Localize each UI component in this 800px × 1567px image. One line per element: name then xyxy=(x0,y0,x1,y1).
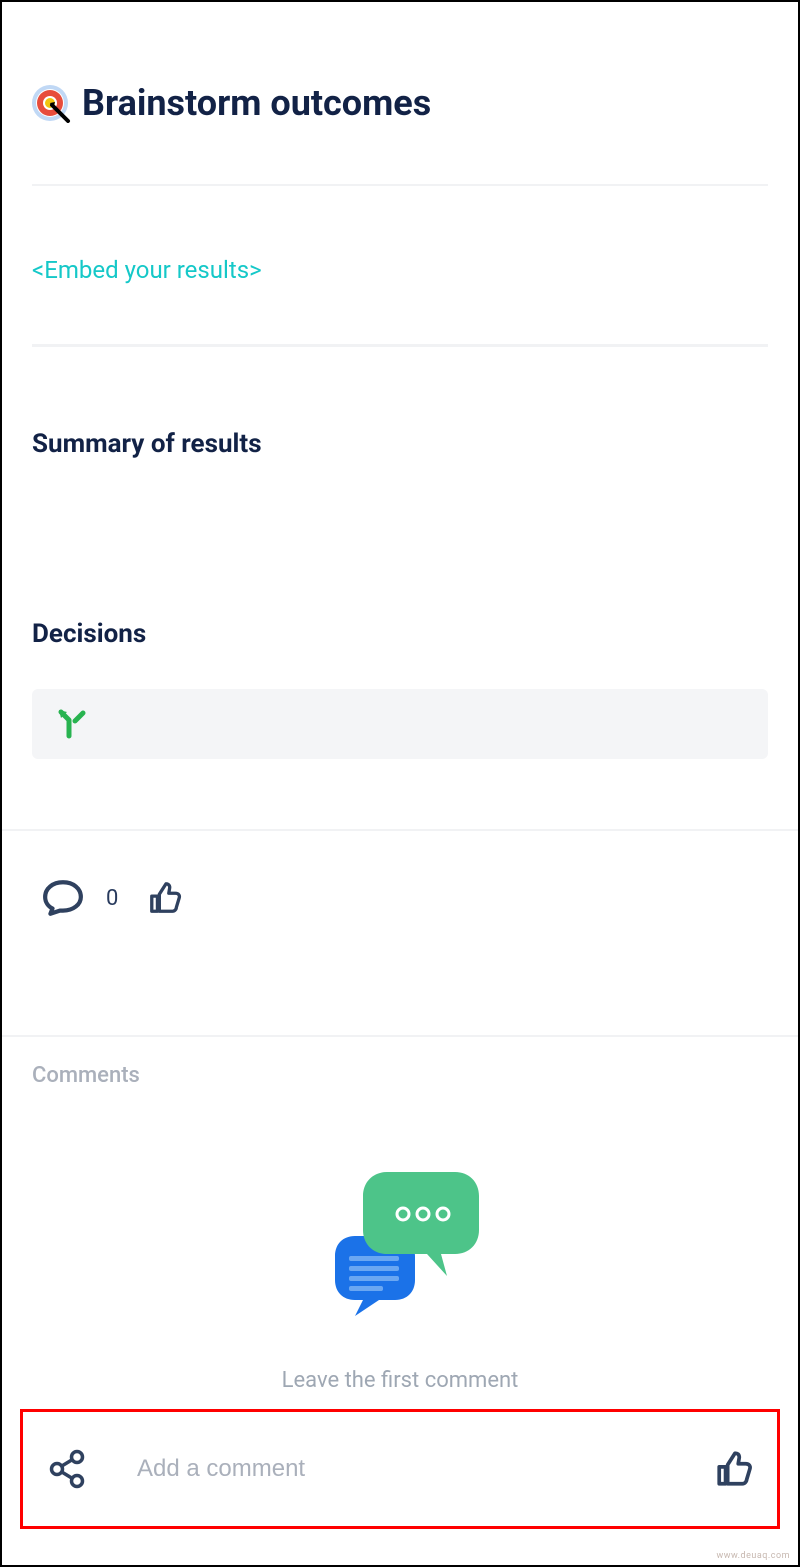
comment-input[interactable] xyxy=(137,1455,715,1483)
chat-bubbles-icon xyxy=(315,1158,485,1318)
dart-target-icon xyxy=(32,83,72,123)
embed-results-link[interactable]: <Embed your results> xyxy=(32,256,262,284)
divider xyxy=(2,1035,798,1037)
decisions-heading: Decisions xyxy=(32,619,768,649)
divider xyxy=(32,184,768,186)
decision-item[interactable] xyxy=(32,689,768,759)
speech-bubble-icon xyxy=(42,879,84,917)
comment-count-button[interactable]: 0 xyxy=(42,879,118,917)
comments-label: Comments xyxy=(2,1063,798,1088)
like-button[interactable] xyxy=(715,1450,753,1488)
share-button[interactable] xyxy=(47,1449,87,1489)
page-title: Brainstorm outcomes xyxy=(82,82,431,124)
summary-heading: Summary of results xyxy=(32,429,768,459)
like-button[interactable] xyxy=(148,881,182,915)
divider xyxy=(32,344,768,347)
reactions-bar: 0 xyxy=(2,831,798,965)
empty-comments-text: Leave the first comment xyxy=(282,1368,519,1393)
fork-icon xyxy=(56,708,88,740)
comments-empty-state: Leave the first comment xyxy=(2,1158,798,1393)
comment-count: 0 xyxy=(106,886,118,911)
bottom-action-bar xyxy=(20,1409,780,1529)
page-title-row: Brainstorm outcomes xyxy=(32,82,768,124)
watermark: www.deuaq.com xyxy=(716,1551,790,1561)
